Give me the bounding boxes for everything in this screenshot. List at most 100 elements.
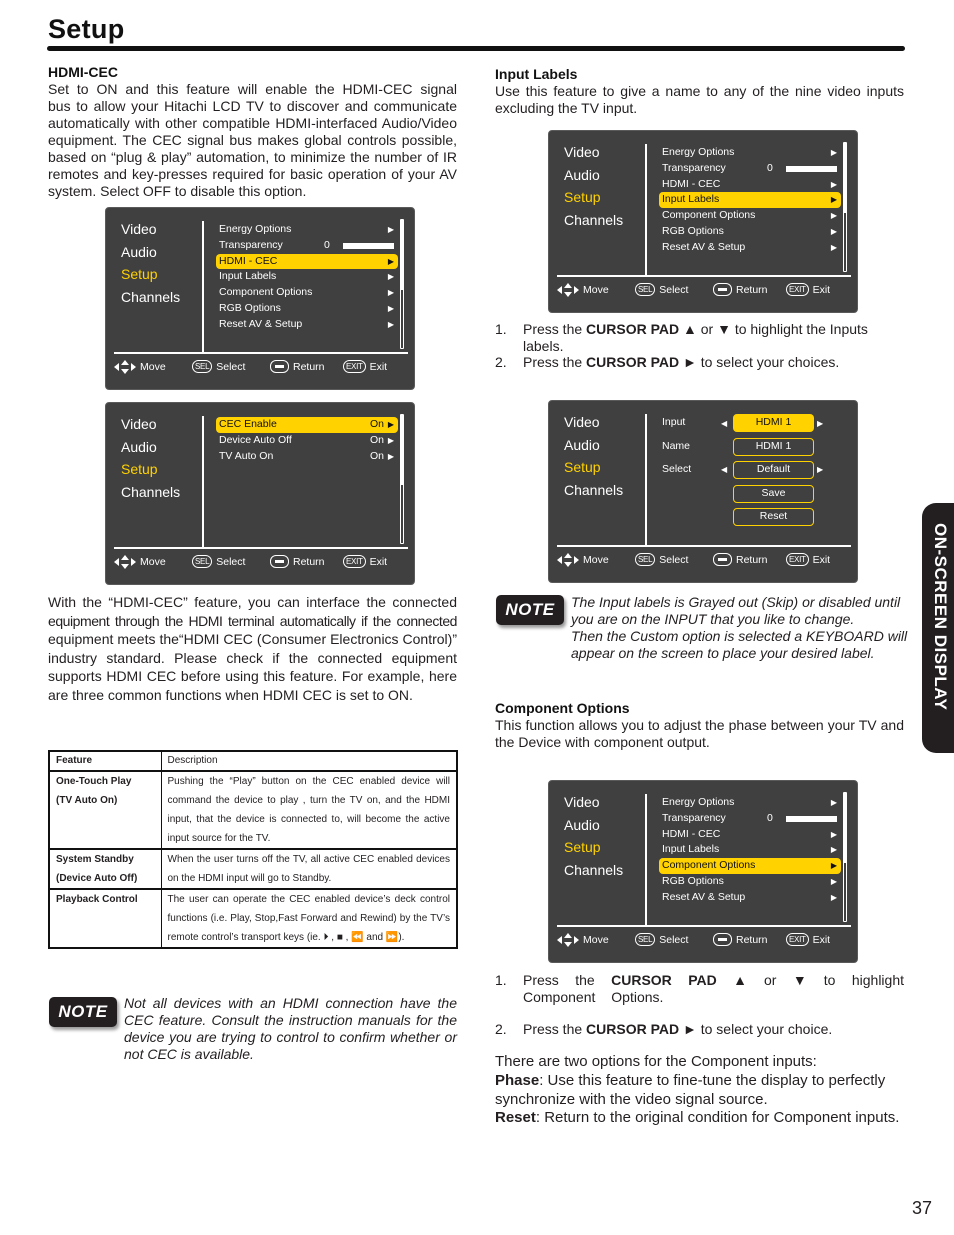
osd-item-tv-auto-on[interactable]: TV Auto On On ▶ [216, 449, 398, 465]
osd-item-hdmi-cec[interactable]: HDMI - CEC ▶ [659, 177, 841, 193]
footer-select-label: Select [659, 553, 689, 566]
osd-item-device-auto-off[interactable]: Device Auto Off On ▶ [216, 433, 398, 449]
osd-item-input-labels[interactable]: Input Labels ▶ [659, 842, 841, 858]
arrow-right-icon: ▶ [830, 148, 837, 157]
osd-item-component-options[interactable]: Component Options ▶ [659, 858, 841, 874]
note-badge: NOTE [496, 595, 564, 625]
osd-category-channels[interactable]: Channels [564, 479, 623, 502]
osd-item-transparency[interactable]: Transparency 0 [216, 238, 398, 254]
osd-item-reset-av-setup[interactable]: Reset AV & Setup ▶ [659, 240, 841, 256]
osd-item-energy-options[interactable]: Energy Options ▶ [659, 795, 841, 811]
step-text: Press the [523, 1021, 587, 1037]
text-line: are three common functions when HDMI CEC… [48, 686, 413, 703]
osd-item-component-options[interactable]: Component Options ▶ [216, 285, 398, 301]
input-selector[interactable]: HDMI 1 [733, 414, 814, 432]
osd-category-setup[interactable]: Setup [121, 458, 180, 481]
osd-category-audio[interactable]: Audio [564, 164, 623, 187]
osd-item-energy-options[interactable]: Energy Options ▶ [659, 145, 841, 161]
osd-item-hdmi-cec[interactable]: HDMI - CEC ▶ [216, 253, 398, 270]
osd-category-setup[interactable]: Setup [121, 263, 180, 286]
osd-category-channels[interactable]: Channels [121, 286, 180, 309]
osd-scroll-thumb[interactable] [401, 415, 403, 485]
cec-feature-table: Feature Description One-Touch Play (TV Au… [48, 750, 458, 949]
osd-item-cec-enable[interactable]: CEC Enable On ▶ [216, 417, 398, 433]
hdmi-cec-heading: HDMI-CEC [48, 64, 118, 80]
osd-category-audio[interactable]: Audio [564, 814, 623, 837]
osd-scrollbar[interactable] [400, 219, 404, 349]
osd-scrollbar[interactable] [400, 414, 404, 544]
step-text: Press the [523, 321, 587, 337]
transparency-slider[interactable] [786, 165, 837, 172]
arrow-right-icon: ▶ [830, 226, 837, 236]
step-text: ► to select your choices. [679, 354, 840, 370]
osd-setup-menu-component-options: Video Audio Setup Channels Energy Option… [548, 780, 858, 963]
arrow-left-icon[interactable]: ◀ [721, 465, 727, 474]
osd-item-input-labels[interactable]: Input Labels ▶ [216, 269, 398, 285]
osd-scroll-thumb[interactable] [844, 143, 846, 213]
transparency-slider[interactable] [786, 815, 837, 822]
osd-item-input-labels[interactable]: Input Labels ▶ [659, 192, 841, 209]
osd-footer-divider [114, 547, 408, 549]
osd-item-transparency[interactable]: Transparency 0 [659, 161, 841, 177]
footer-select: SEL Select [635, 933, 688, 946]
select-selector[interactable]: Default [733, 461, 814, 479]
osd-category-channels[interactable]: Channels [564, 859, 623, 882]
osd-category-audio[interactable]: Audio [564, 434, 623, 457]
osd-item-reset-av-setup[interactable]: Reset AV & Setup ▶ [216, 317, 398, 333]
osd-item-hdmi-cec[interactable]: HDMI - CEC ▶ [659, 827, 841, 843]
text-line: system. Select OFF to disable this optio… [48, 183, 307, 199]
osd-item-energy-options[interactable]: Energy Options ▶ [216, 222, 398, 238]
transparency-value: 0 [767, 161, 773, 174]
save-button[interactable]: Save [733, 485, 814, 503]
step-item: 2. Press the CURSOR PAD ► to select your … [495, 1021, 904, 1038]
arrow-left-icon[interactable]: ◀ [721, 419, 727, 428]
transparency-slider[interactable] [343, 242, 394, 249]
osd-category-audio[interactable]: Audio [121, 436, 180, 459]
step-item: 1. Press the CURSOR PAD ▲ or ▼ to highlig… [495, 972, 904, 1005]
osd-scroll-thumb[interactable] [844, 793, 846, 863]
arrow-right-icon: ▶ [830, 892, 837, 902]
osd-item-rgb-options[interactable]: RGB Options ▶ [659, 874, 841, 890]
return-key-icon [713, 283, 732, 296]
osd-scroll-thumb[interactable] [401, 220, 403, 290]
osd-category-video[interactable]: Video [564, 791, 623, 814]
osd-category-setup[interactable]: Setup [564, 186, 623, 209]
arrow-right-icon: ▶ [387, 451, 394, 461]
osd-category-video[interactable]: Video [564, 141, 623, 164]
osd-item-rgb-options[interactable]: RGB Options ▶ [216, 301, 398, 317]
osd-category-channels[interactable]: Channels [121, 481, 180, 504]
text-line: industry standard. Please check if the c… [48, 649, 457, 666]
footer-exit-label: Exit [369, 555, 388, 568]
osd-item-label: RGB Options [662, 224, 724, 237]
osd-category-audio[interactable]: Audio [121, 241, 180, 264]
osd-item-reset-av-setup[interactable]: Reset AV & Setup ▶ [659, 890, 841, 906]
table-cell-feature: One-Touch Play (TV Auto On) [48, 770, 162, 850]
arrow-right-icon: ▶ [830, 242, 837, 252]
osd-item-rgb-options[interactable]: RGB Options ▶ [659, 224, 841, 240]
osd-category-setup[interactable]: Setup [564, 456, 623, 479]
footer-exit: EXIT Exit [343, 555, 387, 568]
dpad-icon [557, 553, 579, 567]
osd-category-video[interactable]: Video [121, 218, 180, 241]
exit-key-icon: EXIT [343, 555, 366, 568]
osd-item-component-options[interactable]: Component Options ▶ [659, 208, 841, 224]
osd-scrollbar[interactable] [843, 142, 847, 272]
osd-item-transparency[interactable]: Transparency 0 [659, 811, 841, 827]
osd-item-label: Reset AV & Setup [219, 317, 303, 330]
osd-category-setup[interactable]: Setup [564, 836, 623, 859]
arrow-right-icon: ▶ [387, 225, 394, 234]
osd-category-video[interactable]: Video [564, 411, 623, 434]
arrow-right-icon[interactable]: ▶ [817, 419, 823, 428]
osd-category-channels[interactable]: Channels [564, 209, 623, 232]
arrow-right-icon[interactable]: ▶ [817, 465, 823, 474]
reset-button[interactable]: Reset [733, 508, 814, 526]
option-name: Reset [495, 1109, 536, 1126]
name-field[interactable]: HDMI 1 [733, 438, 814, 456]
osd-scrollbar[interactable] [843, 792, 847, 922]
osd-category-video[interactable]: Video [121, 413, 180, 436]
osd-item-label: HDMI - CEC [662, 177, 721, 190]
footer-select-label: Select [216, 555, 246, 568]
hdmi-cec-body: With the “HDMI-CEC” feature, you can int… [48, 593, 457, 704]
osd-setup-menu-input-labels: Video Audio Setup Channels Energy Option… [548, 130, 858, 313]
footer-select: SEL Select [192, 555, 245, 568]
